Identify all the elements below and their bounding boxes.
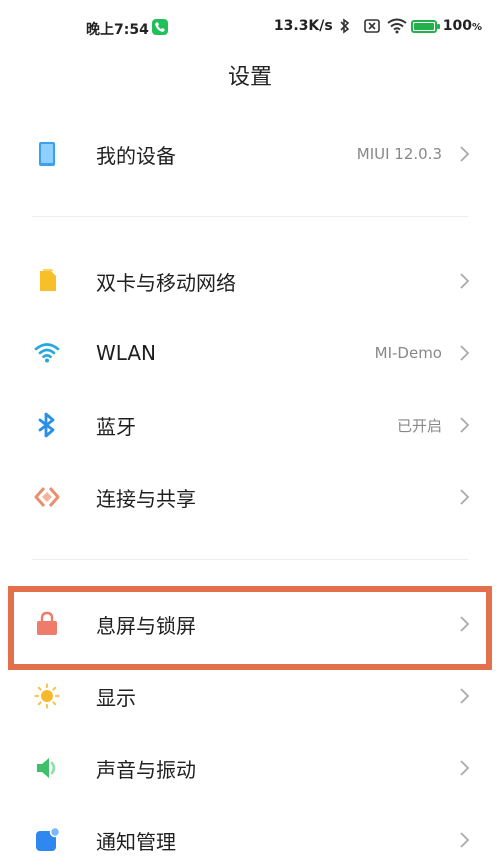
wifi-icon — [387, 18, 407, 34]
battery-icon — [410, 19, 440, 33]
lock-icon — [34, 611, 60, 637]
setting-label: 蓝牙 — [96, 414, 136, 439]
wifi-icon — [34, 340, 60, 366]
sim-card-icon — [34, 268, 60, 294]
setting-sound[interactable]: 声音与振动 — [0, 732, 500, 804]
chevron-right-icon — [458, 416, 470, 434]
chevron-right-icon — [458, 831, 470, 849]
setting-value: MIUI 12.0.3 — [356, 145, 442, 163]
setting-display[interactable]: 显示 — [0, 660, 500, 732]
chevron-right-icon — [458, 344, 470, 362]
battery-percent-value: 100 — [442, 18, 472, 34]
battery-fill — [413, 22, 434, 30]
status-time: 晚上7:54 — [86, 22, 149, 38]
chevron-right-icon — [458, 759, 470, 777]
battery-percent-unit: % — [471, 22, 482, 33]
speaker-icon — [34, 755, 60, 781]
setting-label: 通知管理 — [96, 829, 176, 854]
setting-label: 连接与共享 — [96, 486, 196, 511]
bluetooth-icon — [34, 412, 60, 438]
setting-label: 双卡与移动网络 — [96, 270, 236, 295]
setting-label: WLAN — [96, 341, 157, 365]
device-icon — [34, 141, 60, 167]
setting-label: 显示 — [96, 685, 136, 710]
sun-icon — [34, 683, 60, 709]
bluetooth-icon — [339, 18, 357, 34]
setting-label: 息屏与锁屏 — [96, 613, 196, 638]
battery-percent: 100% — [443, 18, 482, 34]
chevron-right-icon — [458, 687, 470, 705]
setting-lock-screen[interactable]: 息屏与锁屏 — [0, 588, 500, 660]
chevron-right-icon — [458, 272, 470, 290]
status-right: 13.3K/s 100% — [274, 18, 482, 34]
setting-wlan[interactable]: WLAN MI-Demo — [0, 317, 500, 389]
setting-sim-network[interactable]: 双卡与移动网络 — [0, 245, 500, 317]
setting-value: MI-Demo — [374, 344, 442, 362]
network-speed: 13.3K/s — [273, 18, 333, 34]
title-bar: 设置 — [0, 56, 500, 100]
setting-connection-share[interactable]: 连接与共享 — [0, 461, 500, 533]
status-bar: 晚上7:54 13.3K/s 100% — [0, 0, 500, 56]
notification-icon — [34, 826, 61, 853]
setting-label: 声音与振动 — [96, 757, 196, 782]
phone-icon — [152, 19, 168, 35]
sim-disabled-icon — [363, 18, 381, 34]
page-title: 设置 — [227, 65, 272, 90]
chevron-right-icon — [458, 145, 470, 163]
setting-label: 我的设备 — [96, 143, 176, 168]
setting-value: 已开启 — [396, 416, 442, 435]
share-icon — [34, 484, 60, 510]
setting-bluetooth[interactable]: 蓝牙 已开启 — [0, 389, 500, 461]
setting-my-device[interactable]: 我的设备 MIUI 12.0.3 — [0, 118, 500, 190]
setting-notifications[interactable]: 通知管理 — [0, 804, 500, 866]
chevron-right-icon — [458, 615, 470, 633]
settings-list: 我的设备 MIUI 12.0.3 双卡与移动网络 WLAN MI-Demo 蓝牙… — [0, 118, 500, 866]
chevron-right-icon — [458, 488, 470, 506]
